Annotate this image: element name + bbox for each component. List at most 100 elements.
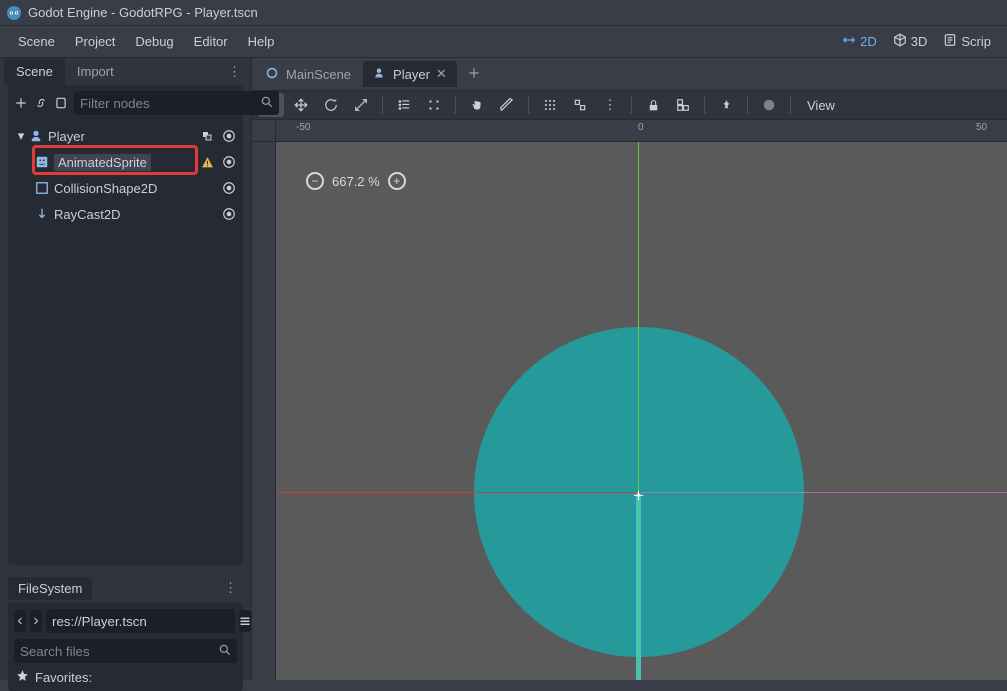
ruler-label: -50 xyxy=(296,122,310,133)
menu-help[interactable]: Help xyxy=(238,30,285,53)
mode-script-label: Scrip xyxy=(961,34,991,49)
ruler-label: 0 xyxy=(638,122,644,133)
tree-node-player[interactable]: ▾ Player xyxy=(8,123,243,149)
mode-3d-button[interactable]: 3D xyxy=(885,29,936,54)
instance-icon[interactable] xyxy=(34,94,48,112)
smart-snap-icon[interactable] xyxy=(567,93,593,117)
window-title: Godot Engine - GodotRPG - Player.tscn xyxy=(28,5,258,20)
filesystem-search-input[interactable] xyxy=(14,639,237,663)
list-select-icon[interactable] xyxy=(391,93,417,117)
chevron-down-icon[interactable]: ▾ xyxy=(14,128,28,144)
attach-script-icon[interactable] xyxy=(54,94,68,112)
visibility-icon[interactable] xyxy=(221,180,237,196)
favorites-row[interactable]: Favorites: xyxy=(14,663,237,685)
node-label: CollisionShape2D xyxy=(54,181,221,196)
zoom-controls: − 667.2 % + xyxy=(306,172,406,190)
add-tab-icon[interactable] xyxy=(459,62,489,87)
dock-tabs: Scene Import ⋮ xyxy=(0,58,251,85)
nav-back-button[interactable] xyxy=(14,610,26,632)
dock-options-icon[interactable]: ⋮ xyxy=(218,580,243,596)
left-dock: Scene Import ⋮ ▾ Player xyxy=(0,58,252,680)
favorites-label: Favorites: xyxy=(35,670,92,685)
kinematic-body-icon xyxy=(28,128,44,144)
viewport-area: MainScene Player ✕ ⋮ xyxy=(252,58,1007,680)
swap-icon xyxy=(842,33,856,50)
node2d-icon xyxy=(266,67,280,81)
rotate-tool-icon[interactable] xyxy=(318,93,344,117)
ruler-corner xyxy=(252,120,276,142)
node-label: RayCast2D xyxy=(54,207,221,222)
tab-import[interactable]: Import xyxy=(65,58,126,85)
close-icon[interactable]: ✕ xyxy=(436,66,447,82)
scene-instance-icon[interactable] xyxy=(199,128,215,144)
snap-options-icon[interactable] xyxy=(421,93,447,117)
ruler-vertical xyxy=(252,142,276,680)
visibility-icon[interactable] xyxy=(221,206,237,222)
zoom-level-label[interactable]: 667.2 % xyxy=(332,174,380,189)
menu-scene[interactable]: Scene xyxy=(8,30,65,53)
scene-tab-main[interactable]: MainScene xyxy=(256,62,361,87)
scene-tab-label: MainScene xyxy=(286,67,351,82)
search-icon xyxy=(260,95,274,112)
viewport-canvas[interactable]: -50 0 50 − 667.2 % + xyxy=(252,120,1007,680)
filesystem-panel: FileSystem ⋮ Favorites: xyxy=(8,573,243,691)
filesystem-path-input[interactable] xyxy=(46,609,235,633)
menu-editor[interactable]: Editor xyxy=(184,30,238,53)
nav-forward-button[interactable] xyxy=(30,610,42,632)
add-node-icon[interactable] xyxy=(14,94,28,112)
scene-tree: ▾ Player AnimatedSprite xyxy=(8,121,243,229)
dock-options-icon[interactable]: ⋮ xyxy=(222,64,247,80)
mode-2d-label: 2D xyxy=(860,34,877,49)
visibility-icon[interactable] xyxy=(221,128,237,144)
animation-icon[interactable] xyxy=(756,93,782,117)
filter-nodes-input[interactable] xyxy=(74,91,279,115)
tree-node-raycast[interactable]: RayCast2D xyxy=(8,201,243,227)
warning-icon[interactable] xyxy=(199,154,215,170)
snap-settings-icon[interactable]: ⋮ xyxy=(597,93,623,117)
grid-snap-icon[interactable] xyxy=(537,93,563,117)
menu-project[interactable]: Project xyxy=(65,30,125,53)
viewport-toolbar: ⋮ View xyxy=(252,90,1007,120)
canvas-viewport[interactable]: − 667.2 % + xyxy=(276,142,1007,680)
tree-node-collision-shape[interactable]: CollisionShape2D xyxy=(8,175,243,201)
mode-script-button[interactable]: Scrip xyxy=(935,29,999,54)
view-menu[interactable]: View xyxy=(799,98,843,113)
tree-node-animated-sprite[interactable]: AnimatedSprite xyxy=(8,149,243,175)
script-icon xyxy=(943,33,957,50)
group-icon[interactable] xyxy=(670,93,696,117)
ruler-tool-icon[interactable] xyxy=(494,93,520,117)
visibility-icon[interactable] xyxy=(221,154,237,170)
animated-sprite-icon xyxy=(34,154,50,170)
ruler-label: 50 xyxy=(976,122,987,133)
cube-icon xyxy=(893,33,907,50)
menu-debug[interactable]: Debug xyxy=(125,30,183,53)
view-mode-icon[interactable] xyxy=(239,610,251,632)
zoom-out-button[interactable]: − xyxy=(306,172,324,190)
move-tool-icon[interactable] xyxy=(288,93,314,117)
raycast-icon xyxy=(34,206,50,222)
scale-tool-icon[interactable] xyxy=(348,93,374,117)
axis-y-line xyxy=(638,142,639,680)
node-label: Player xyxy=(48,129,199,144)
pan-tool-icon[interactable] xyxy=(464,93,490,117)
star-icon xyxy=(16,669,29,685)
scene-panel: ▾ Player AnimatedSprite xyxy=(8,85,243,565)
lock-icon[interactable] xyxy=(640,93,666,117)
tab-scene[interactable]: Scene xyxy=(4,58,65,85)
mode-3d-label: 3D xyxy=(911,34,928,49)
menu-bar: Scene Project Debug Editor Help 2D 3D Sc… xyxy=(0,26,1007,58)
mode-2d-button[interactable]: 2D xyxy=(834,29,885,54)
filesystem-tab[interactable]: FileSystem xyxy=(8,577,92,600)
title-bar: Godot Engine - GodotRPG - Player.tscn xyxy=(0,0,1007,26)
scene-tab-label: Player xyxy=(393,67,430,82)
scene-file-tabs: MainScene Player ✕ xyxy=(252,58,1007,90)
scene-tab-player[interactable]: Player ✕ xyxy=(363,61,457,87)
pin-icon[interactable] xyxy=(713,93,739,117)
kinematic-body-icon xyxy=(373,67,387,81)
godot-logo-icon xyxy=(6,5,22,21)
origin-cross-icon[interactable] xyxy=(634,488,643,497)
search-icon xyxy=(218,643,232,660)
ruler-horizontal: -50 0 50 xyxy=(276,120,1007,142)
node-label: AnimatedSprite xyxy=(54,155,199,170)
zoom-in-button[interactable]: + xyxy=(388,172,406,190)
